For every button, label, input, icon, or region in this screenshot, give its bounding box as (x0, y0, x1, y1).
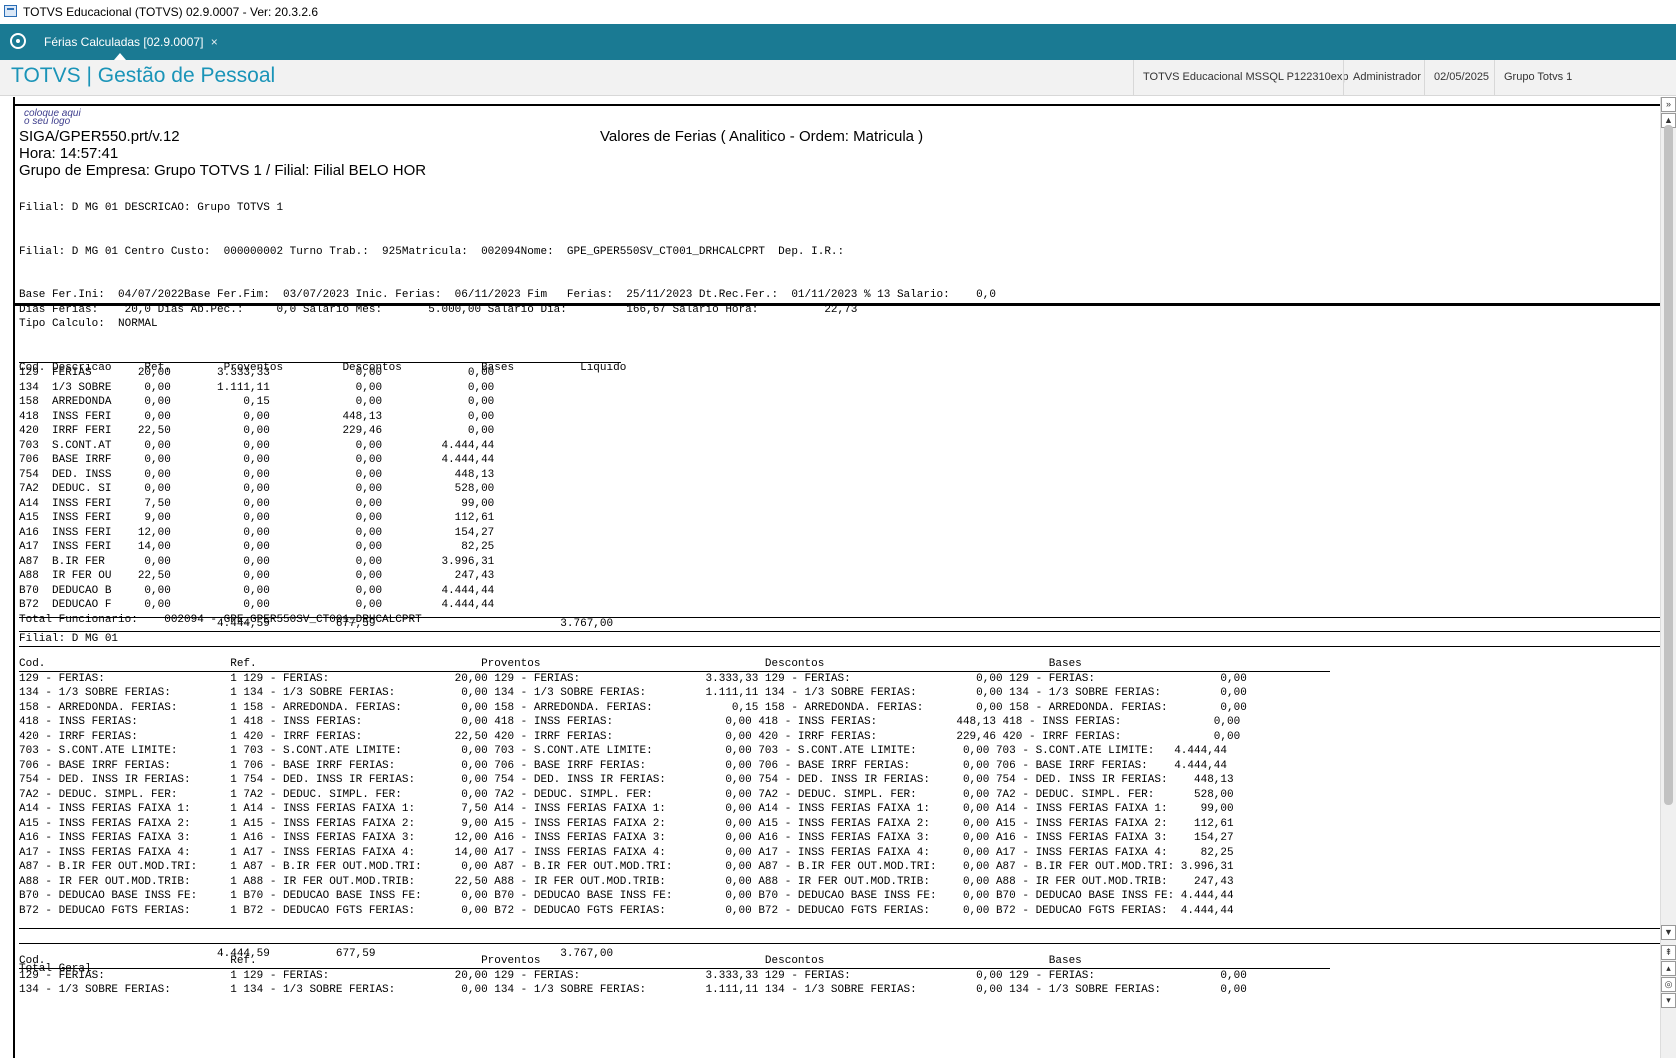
tab-close-icon[interactable]: × (211, 35, 218, 49)
brand-title: TOTVS | Gestão de Pessoal (11, 64, 276, 87)
separator-line (19, 943, 1660, 944)
scroll-top-icon[interactable]: » (1661, 97, 1676, 112)
zoom-icon[interactable]: ◎ (1661, 977, 1676, 992)
arrow-down-small-icon[interactable]: ▾ (1661, 993, 1676, 1008)
separator-line (19, 646, 1660, 647)
employee-info-block: Filial: D MG 01 DESCRICAO: Grupo TOTVS 1… (19, 202, 996, 374)
arrow-up-small-icon[interactable]: ▴ (1661, 961, 1676, 976)
window-title-bar: TOTVS Educacional (TOTVS) 02.9.0007 - Ve… (0, 0, 1676, 24)
employee-items-table: 129 FERIAS 20,00 3.333,33 0,00 0,00 134 … (19, 367, 495, 626)
separator-line (19, 928, 1660, 929)
report-program: SIGA/GPER550.prt/v.12 (19, 128, 180, 145)
report-logo: coloque aqui o seu logo (24, 108, 81, 127)
report-title: Valores de Ferias ( Analitico - Ordem: M… (600, 128, 924, 145)
report-time: Hora: 14:57:41 (19, 145, 119, 162)
tab-strip: Férias Calculadas [02.9.0007] × (0, 24, 1676, 60)
app-header: TOTVS | Gestão de Pessoal TOTVS Educacio… (0, 60, 1676, 96)
window-title: TOTVS Educacional (TOTVS) 02.9.0007 - Ve… (23, 5, 319, 19)
group-label[interactable]: Grupo Totvs 1 (1494, 60, 1581, 95)
column-header-underline (19, 671, 1330, 672)
column-header-underline (19, 362, 621, 363)
user-label[interactable]: Administrador (1343, 60, 1430, 95)
arrow-down-icon[interactable]: ▼ (1661, 925, 1676, 940)
app-icon (4, 5, 17, 17)
employee-totals: 4.444,59 677,59 3.767,00 (19, 618, 614, 630)
environment-label[interactable]: TOTVS Educacional MSSQL P122310exp (1133, 60, 1357, 95)
date-label[interactable]: 02/05/2025 (1424, 60, 1498, 95)
tab-ferias-calculadas[interactable]: Férias Calculadas [02.9.0007] × (36, 24, 226, 60)
active-tab-caret (114, 53, 126, 60)
report-top-border (15, 104, 1660, 106)
scroll-step-up-icon[interactable]: ⇞ (1661, 945, 1676, 960)
scroll-thumb[interactable] (1664, 125, 1673, 805)
total-geral-table: Cod. Ref. Proventos Descontos Bases 129 … (19, 955, 1247, 996)
separator-line (19, 631, 1660, 632)
column-header-underline (19, 968, 1330, 969)
report-viewer: coloque aqui o seu logo SIGA/GPER550.prt… (13, 97, 1660, 1058)
vertical-scrollbar[interactable]: » ▲ ▼ ⇞ ▴ ◎ ▾ (1660, 97, 1676, 1058)
report-company: Grupo de Empresa: Grupo TOTVS 1 / Filial… (19, 162, 427, 179)
home-icon[interactable] (10, 33, 26, 49)
filial-label: Filial: D MG 01 (19, 633, 119, 645)
tab-label: Férias Calculadas [02.9.0007] (44, 35, 204, 49)
